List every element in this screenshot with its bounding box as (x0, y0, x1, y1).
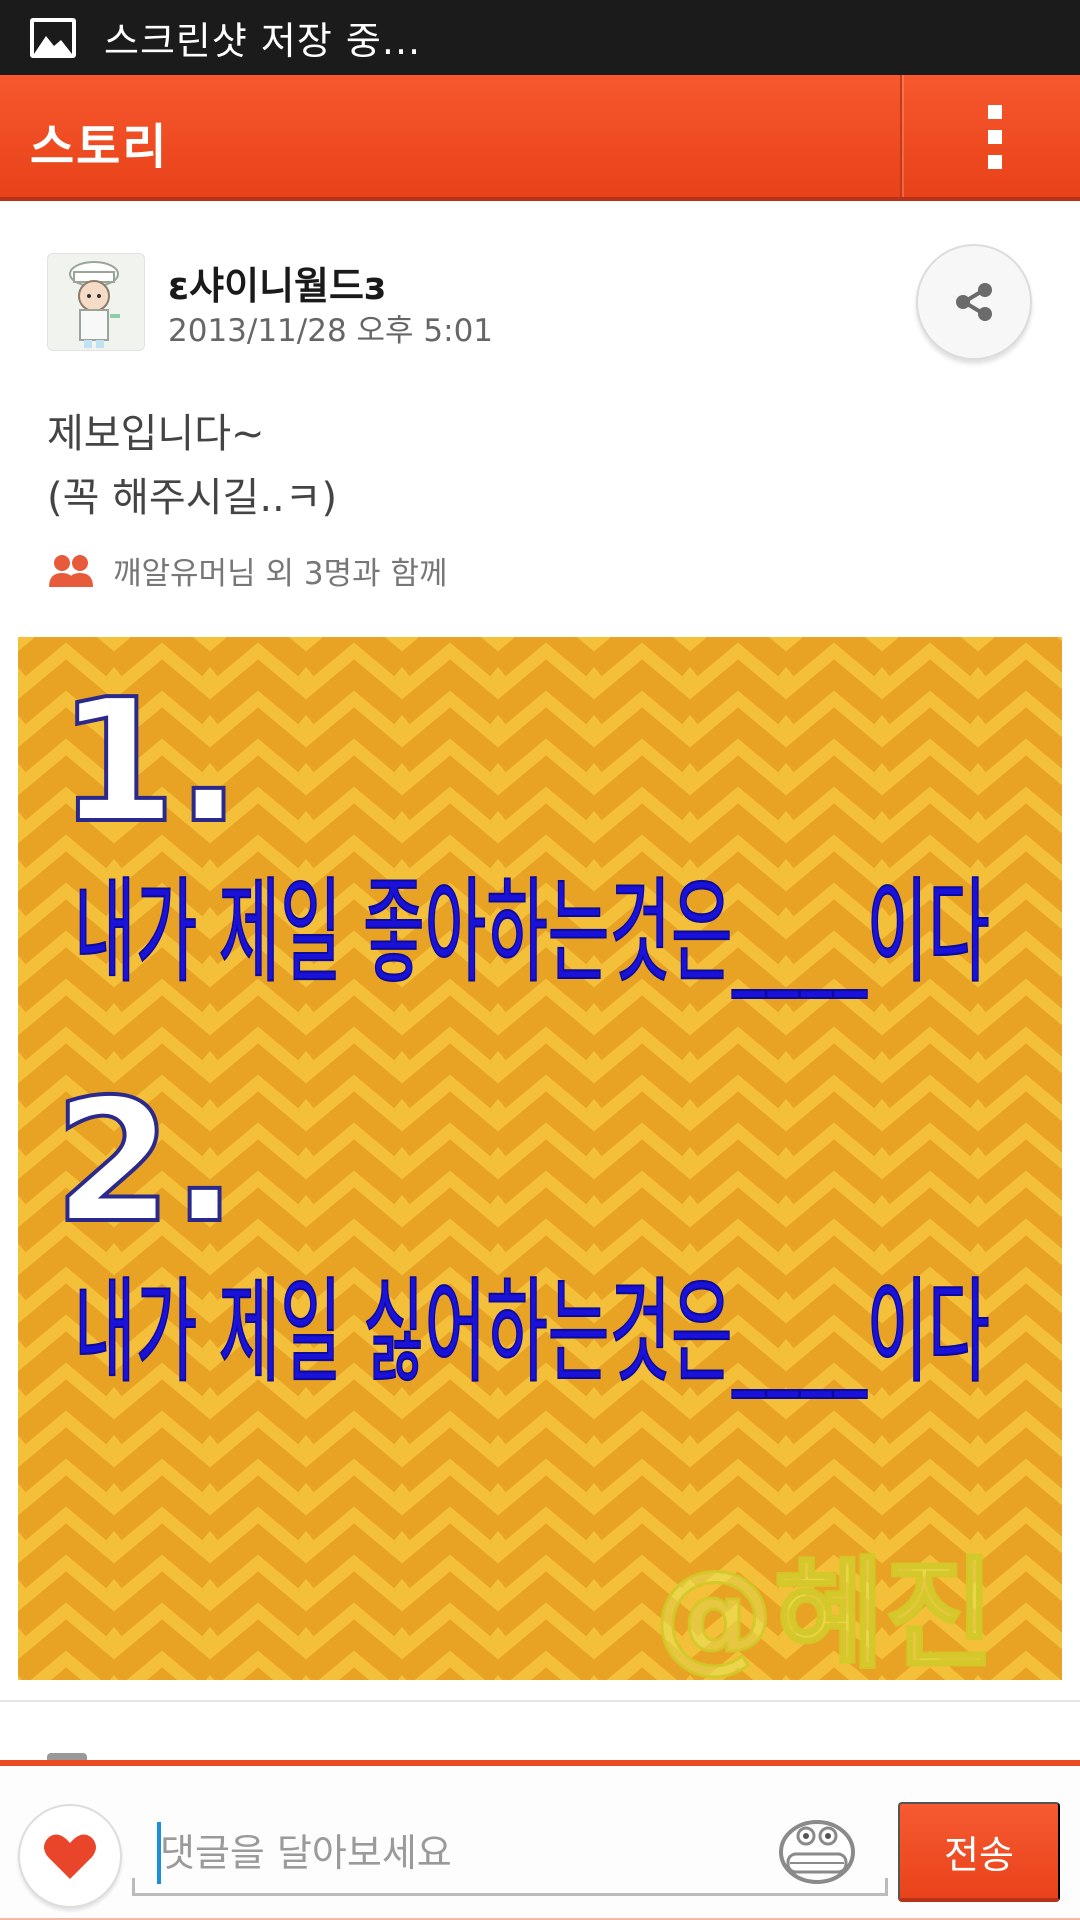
with-friends-text: 깨알유머님 외 3명과 함께 (113, 556, 448, 592)
post-body-line: (꼭 해주시길..ㅋ) (47, 475, 338, 521)
image-number-2: 2. (52, 1063, 239, 1261)
post-body: 제보입니다~ (꼭 해주시길..ㅋ) (47, 402, 337, 530)
comment-input[interactable] (132, 1812, 888, 1896)
share-icon (956, 283, 992, 321)
action-bar-divider (900, 75, 902, 197)
input-edge (885, 1878, 888, 1896)
post-body-line: 제보입니다~ (47, 411, 265, 457)
send-button[interactable]: 전송 (898, 1802, 1060, 1902)
people-icon (49, 554, 93, 587)
share-button[interactable] (916, 244, 1032, 360)
image-line-1: 내가 제일 좋아하는것은____이다 (73, 867, 990, 999)
avatar[interactable] (47, 253, 145, 351)
image-watermark: @혜진 (653, 1545, 997, 1681)
like-button[interactable] (18, 1804, 122, 1908)
with-friends[interactable]: 깨알유머님 외 3명과 함께 (47, 548, 447, 593)
status-notification-text: 스크린샷 저장 중... (104, 19, 422, 63)
author-name[interactable]: ε샤이니월드з (168, 255, 386, 310)
section-divider (0, 1700, 1080, 1702)
emoticon-button[interactable] (776, 1810, 858, 1888)
image-line-2: 내가 제일 싫어하는것은____이다 (73, 1267, 990, 1399)
post-timestamp: 2013/11/28 오후 5:01 (168, 313, 494, 349)
text-cursor (157, 1822, 161, 1884)
overflow-menu-icon[interactable] (965, 99, 1025, 175)
action-bar: 스토리 (0, 75, 1080, 201)
post-image[interactable]: 1. 내가 제일 좋아하는것은____이다 2. 내가 제일 싫어하는것은___… (18, 637, 1062, 1680)
heart-icon (44, 1834, 96, 1879)
status-bar: 스크린샷 저장 중... (0, 0, 1080, 75)
image-number-1: 1. (56, 663, 243, 861)
comment-bar: 전송 (0, 1760, 1080, 1920)
emoticon-icon (779, 1820, 855, 1884)
page-title: 스토리 (30, 119, 169, 175)
picture-icon (30, 17, 76, 58)
